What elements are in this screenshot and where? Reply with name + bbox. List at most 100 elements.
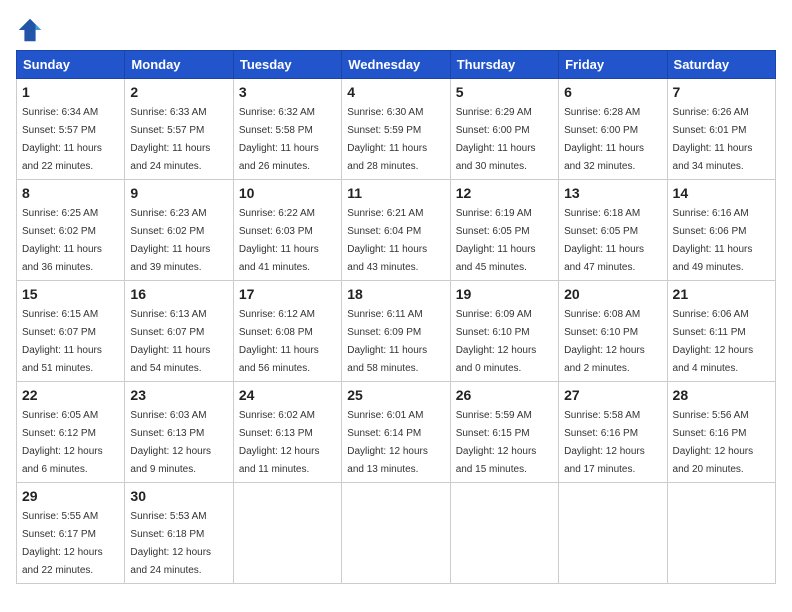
calendar-cell: 21 Sunrise: 6:06 AMSunset: 6:11 PMDaylig… (667, 281, 775, 382)
day-info: Sunrise: 6:02 AMSunset: 6:13 PMDaylight:… (239, 410, 320, 475)
day-number: 24 (239, 387, 336, 403)
calendar-cell (342, 483, 450, 584)
day-number: 30 (130, 488, 227, 504)
logo-icon (16, 16, 44, 44)
day-info: Sunrise: 6:09 AMSunset: 6:10 PMDaylight:… (456, 309, 537, 374)
calendar-cell: 3 Sunrise: 6:32 AMSunset: 5:58 PMDayligh… (233, 79, 341, 180)
day-info: Sunrise: 6:12 AMSunset: 6:08 PMDaylight:… (239, 309, 319, 374)
day-info: Sunrise: 6:34 AMSunset: 5:57 PMDaylight:… (22, 107, 102, 172)
calendar-cell: 19 Sunrise: 6:09 AMSunset: 6:10 PMDaylig… (450, 281, 558, 382)
calendar-cell: 17 Sunrise: 6:12 AMSunset: 6:08 PMDaylig… (233, 281, 341, 382)
day-info: Sunrise: 6:16 AMSunset: 6:06 PMDaylight:… (673, 208, 753, 273)
calendar-cell (667, 483, 775, 584)
calendar-cell: 9 Sunrise: 6:23 AMSunset: 6:02 PMDayligh… (125, 180, 233, 281)
day-info: Sunrise: 6:29 AMSunset: 6:00 PMDaylight:… (456, 107, 536, 172)
calendar-cell: 22 Sunrise: 6:05 AMSunset: 6:12 PMDaylig… (17, 382, 125, 483)
calendar-cell: 26 Sunrise: 5:59 AMSunset: 6:15 PMDaylig… (450, 382, 558, 483)
calendar-cell: 1 Sunrise: 6:34 AMSunset: 5:57 PMDayligh… (17, 79, 125, 180)
day-info: Sunrise: 6:25 AMSunset: 6:02 PMDaylight:… (22, 208, 102, 273)
day-info: Sunrise: 6:11 AMSunset: 6:09 PMDaylight:… (347, 309, 427, 374)
calendar-row-5: 29 Sunrise: 5:55 AMSunset: 6:17 PMDaylig… (17, 483, 776, 584)
calendar-cell: 15 Sunrise: 6:15 AMSunset: 6:07 PMDaylig… (17, 281, 125, 382)
day-number: 18 (347, 286, 444, 302)
calendar-row-4: 22 Sunrise: 6:05 AMSunset: 6:12 PMDaylig… (17, 382, 776, 483)
day-info: Sunrise: 6:32 AMSunset: 5:58 PMDaylight:… (239, 107, 319, 172)
calendar-cell: 16 Sunrise: 6:13 AMSunset: 6:07 PMDaylig… (125, 281, 233, 382)
day-number: 20 (564, 286, 661, 302)
day-number: 17 (239, 286, 336, 302)
calendar-cell: 6 Sunrise: 6:28 AMSunset: 6:00 PMDayligh… (559, 79, 667, 180)
day-number: 22 (22, 387, 119, 403)
day-number: 10 (239, 185, 336, 201)
day-number: 25 (347, 387, 444, 403)
day-number: 15 (22, 286, 119, 302)
calendar-cell: 8 Sunrise: 6:25 AMSunset: 6:02 PMDayligh… (17, 180, 125, 281)
calendar-row-3: 15 Sunrise: 6:15 AMSunset: 6:07 PMDaylig… (17, 281, 776, 382)
col-header-tuesday: Tuesday (233, 51, 341, 79)
day-number: 8 (22, 185, 119, 201)
day-number: 7 (673, 84, 770, 100)
calendar-cell: 7 Sunrise: 6:26 AMSunset: 6:01 PMDayligh… (667, 79, 775, 180)
col-header-monday: Monday (125, 51, 233, 79)
calendar-cell (233, 483, 341, 584)
col-header-thursday: Thursday (450, 51, 558, 79)
col-header-wednesday: Wednesday (342, 51, 450, 79)
calendar-cell (559, 483, 667, 584)
day-info: Sunrise: 6:23 AMSunset: 6:02 PMDaylight:… (130, 208, 210, 273)
day-info: Sunrise: 6:28 AMSunset: 6:00 PMDaylight:… (564, 107, 644, 172)
day-info: Sunrise: 6:33 AMSunset: 5:57 PMDaylight:… (130, 107, 210, 172)
day-info: Sunrise: 6:26 AMSunset: 6:01 PMDaylight:… (673, 107, 753, 172)
calendar-header-row: SundayMondayTuesdayWednesdayThursdayFrid… (17, 51, 776, 79)
day-info: Sunrise: 5:55 AMSunset: 6:17 PMDaylight:… (22, 511, 103, 576)
calendar-cell: 11 Sunrise: 6:21 AMSunset: 6:04 PMDaylig… (342, 180, 450, 281)
calendar-cell: 13 Sunrise: 6:18 AMSunset: 6:05 PMDaylig… (559, 180, 667, 281)
logo (16, 16, 48, 44)
calendar-cell: 12 Sunrise: 6:19 AMSunset: 6:05 PMDaylig… (450, 180, 558, 281)
day-info: Sunrise: 6:03 AMSunset: 6:13 PMDaylight:… (130, 410, 211, 475)
calendar-cell: 25 Sunrise: 6:01 AMSunset: 6:14 PMDaylig… (342, 382, 450, 483)
day-number: 6 (564, 84, 661, 100)
day-number: 9 (130, 185, 227, 201)
day-number: 1 (22, 84, 119, 100)
calendar-row-2: 8 Sunrise: 6:25 AMSunset: 6:02 PMDayligh… (17, 180, 776, 281)
calendar-cell: 4 Sunrise: 6:30 AMSunset: 5:59 PMDayligh… (342, 79, 450, 180)
day-info: Sunrise: 6:08 AMSunset: 6:10 PMDaylight:… (564, 309, 645, 374)
day-number: 26 (456, 387, 553, 403)
col-header-saturday: Saturday (667, 51, 775, 79)
day-number: 28 (673, 387, 770, 403)
day-info: Sunrise: 6:01 AMSunset: 6:14 PMDaylight:… (347, 410, 428, 475)
day-info: Sunrise: 6:21 AMSunset: 6:04 PMDaylight:… (347, 208, 427, 273)
day-number: 16 (130, 286, 227, 302)
calendar-cell: 18 Sunrise: 6:11 AMSunset: 6:09 PMDaylig… (342, 281, 450, 382)
calendar-cell: 5 Sunrise: 6:29 AMSunset: 6:00 PMDayligh… (450, 79, 558, 180)
day-number: 11 (347, 185, 444, 201)
day-number: 19 (456, 286, 553, 302)
day-number: 5 (456, 84, 553, 100)
day-info: Sunrise: 6:22 AMSunset: 6:03 PMDaylight:… (239, 208, 319, 273)
day-number: 21 (673, 286, 770, 302)
calendar-cell: 27 Sunrise: 5:58 AMSunset: 6:16 PMDaylig… (559, 382, 667, 483)
day-number: 14 (673, 185, 770, 201)
calendar-cell: 23 Sunrise: 6:03 AMSunset: 6:13 PMDaylig… (125, 382, 233, 483)
day-info: Sunrise: 5:59 AMSunset: 6:15 PMDaylight:… (456, 410, 537, 475)
day-number: 27 (564, 387, 661, 403)
calendar-cell: 2 Sunrise: 6:33 AMSunset: 5:57 PMDayligh… (125, 79, 233, 180)
day-info: Sunrise: 5:58 AMSunset: 6:16 PMDaylight:… (564, 410, 645, 475)
calendar-cell: 20 Sunrise: 6:08 AMSunset: 6:10 PMDaylig… (559, 281, 667, 382)
day-number: 23 (130, 387, 227, 403)
calendar-cell: 30 Sunrise: 5:53 AMSunset: 6:18 PMDaylig… (125, 483, 233, 584)
day-info: Sunrise: 5:56 AMSunset: 6:16 PMDaylight:… (673, 410, 754, 475)
day-number: 12 (456, 185, 553, 201)
day-number: 3 (239, 84, 336, 100)
day-number: 2 (130, 84, 227, 100)
calendar-cell: 10 Sunrise: 6:22 AMSunset: 6:03 PMDaylig… (233, 180, 341, 281)
day-info: Sunrise: 6:15 AMSunset: 6:07 PMDaylight:… (22, 309, 102, 374)
col-header-friday: Friday (559, 51, 667, 79)
calendar-cell: 24 Sunrise: 6:02 AMSunset: 6:13 PMDaylig… (233, 382, 341, 483)
day-info: Sunrise: 5:53 AMSunset: 6:18 PMDaylight:… (130, 511, 211, 576)
calendar-cell: 28 Sunrise: 5:56 AMSunset: 6:16 PMDaylig… (667, 382, 775, 483)
calendar-cell: 29 Sunrise: 5:55 AMSunset: 6:17 PMDaylig… (17, 483, 125, 584)
day-number: 4 (347, 84, 444, 100)
day-info: Sunrise: 6:30 AMSunset: 5:59 PMDaylight:… (347, 107, 427, 172)
day-info: Sunrise: 6:05 AMSunset: 6:12 PMDaylight:… (22, 410, 103, 475)
